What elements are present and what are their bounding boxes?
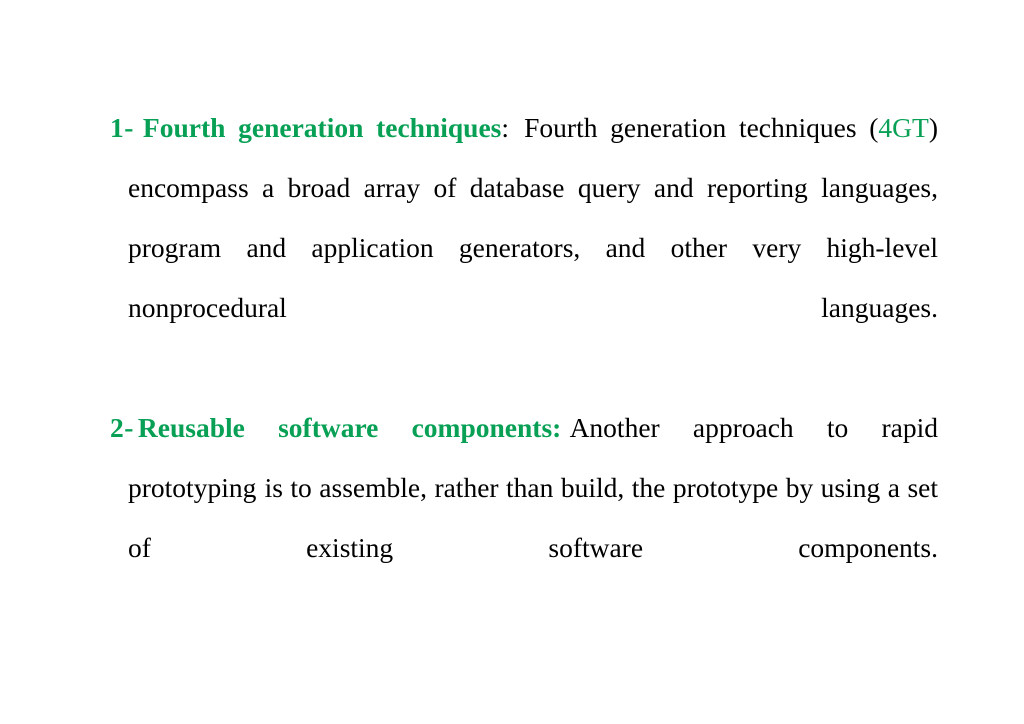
slide-content: 1- Fourth generation techniques: Fourth ge… [110, 98, 938, 638]
list-item-lead-term: Reusable software components: [137, 412, 562, 443]
list-item-lead-separator: : [501, 112, 510, 143]
list-item: 1- Fourth generation techniques: Fourth ge… [110, 98, 938, 398]
list-item-accent-term: 4GT [878, 112, 929, 143]
list-item-marker: 2- [110, 412, 134, 443]
list-item-marker: 1- [110, 112, 134, 143]
list-item-body-part-1: Fourth generation techniques ( [524, 112, 879, 143]
slide-canvas: 1- Fourth generation techniques: Fourth ge… [0, 0, 1024, 724]
list-item-body-part-2: ) encompass a broad array of database qu… [128, 112, 938, 323]
list-item-paragraph: 1- Fourth generation techniques: Fourth ge… [110, 98, 938, 398]
list-item-paragraph: 2- Reusable software components: Another a… [110, 398, 938, 638]
list-item: 2- Reusable software components: Another a… [110, 398, 938, 638]
list-item-lead-term: Fourth generation techniques [142, 112, 502, 143]
